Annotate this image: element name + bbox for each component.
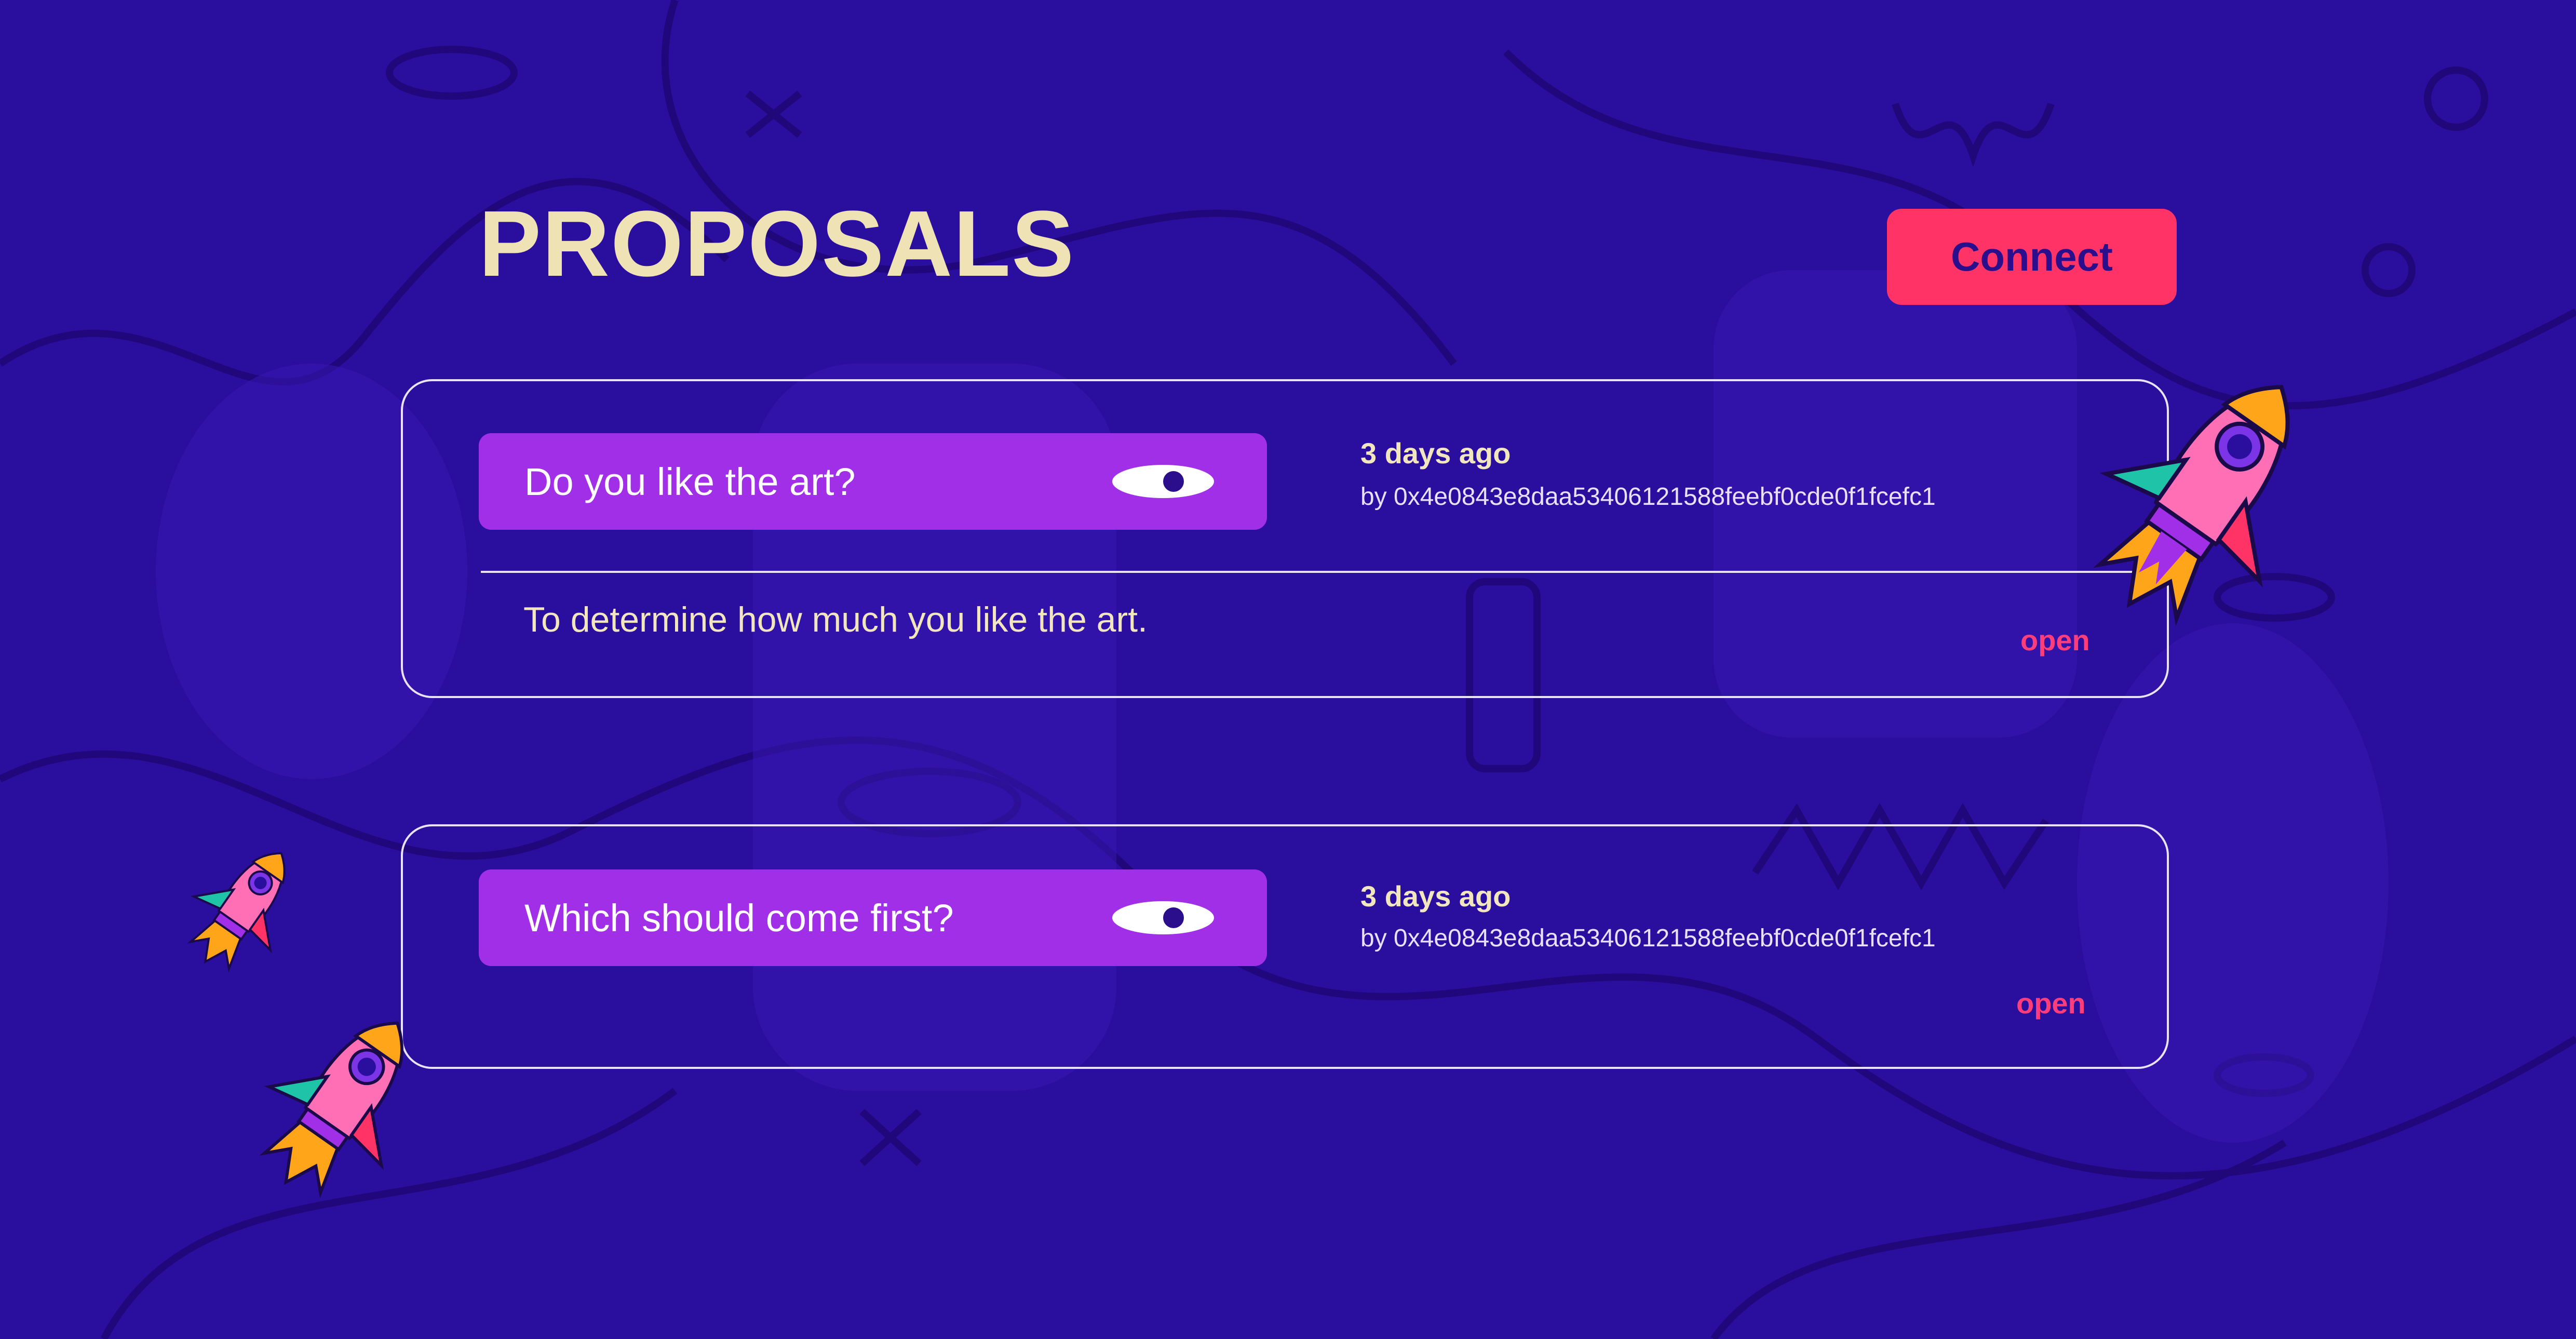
proposal-card[interactable]: Which should come first? 3 days ago by 0… <box>401 824 2169 1069</box>
proposal-description: To determine how much you like the art. <box>523 600 1148 639</box>
page-title: PROPOSALS <box>479 192 1075 296</box>
eye-icon[interactable] <box>1111 897 1215 939</box>
connect-button[interactable]: Connect <box>1887 209 2177 305</box>
rocket-illustration <box>2093 385 2290 626</box>
status-label: open <box>2016 987 2086 1020</box>
card-divider <box>481 571 2168 573</box>
proposal-question: Which should come first? <box>524 896 954 940</box>
proposal-time: 3 days ago <box>1360 880 1511 913</box>
proposal-author: by 0x4e0843e8daa53406121588feebf0cde0f1f… <box>1360 925 1936 952</box>
proposal-question-button[interactable]: Do you like the art? <box>479 433 1267 530</box>
rocket-illustration <box>259 1021 403 1198</box>
proposal-author: by 0x4e0843e8daa53406121588feebf0cde0f1f… <box>1360 483 1936 511</box>
proposals-page: PROPOSALS Connect Do you like the art? 3… <box>0 0 2576 1339</box>
proposal-question: Do you like the art? <box>524 460 856 503</box>
rocket-illustration <box>187 852 286 973</box>
eye-icon[interactable] <box>1111 461 1215 502</box>
proposal-time: 3 days ago <box>1360 437 1511 470</box>
proposal-question-button[interactable]: Which should come first? <box>479 869 1267 966</box>
proposal-card[interactable]: Do you like the art? 3 days ago by 0x4e0… <box>401 379 2169 698</box>
